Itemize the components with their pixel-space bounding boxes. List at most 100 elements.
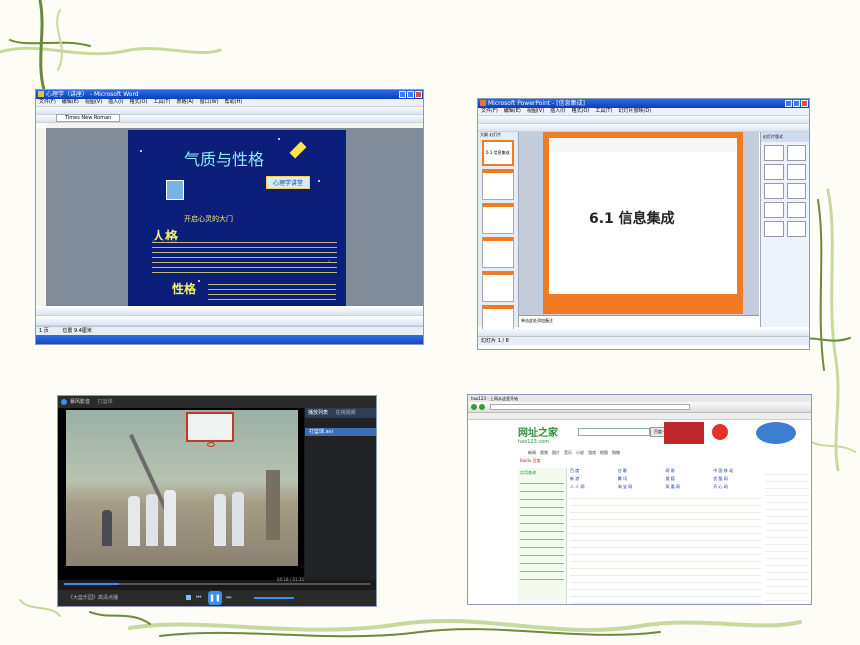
slide-thumbnail[interactable]	[482, 237, 514, 268]
video-area[interactable]	[58, 408, 304, 580]
ppt-toolbar[interactable]	[478, 116, 809, 124]
nav-shopping[interactable]: 购物	[612, 450, 620, 456]
link[interactable]: 谷 歌	[618, 468, 666, 474]
search-engine-logo[interactable]: Baidu 百度	[520, 458, 541, 464]
next-icon[interactable]: ⏭	[226, 594, 231, 602]
layout-option[interactable]	[786, 202, 806, 218]
layout-task-pane[interactable]: 幻灯片版式	[760, 132, 809, 327]
menu-edit[interactable]: 编辑(E)	[504, 108, 521, 114]
ad-banner-right[interactable]	[756, 422, 796, 444]
menu-insert[interactable]: 插入(I)	[108, 99, 123, 105]
menu-view[interactable]: 视图(V)	[527, 108, 544, 114]
link[interactable]: 淘 宝 网	[618, 484, 666, 490]
prev-icon[interactable]: ⏮	[196, 594, 201, 602]
ppt-window[interactable]: Microsoft PowerPoint - [信息集成] 文件(F) 编辑(E)…	[478, 99, 809, 349]
layout-option[interactable]	[764, 202, 784, 218]
nav-music[interactable]: 音乐	[564, 450, 572, 456]
minimize-button[interactable]	[785, 100, 792, 107]
stop-icon[interactable]	[186, 595, 191, 600]
menu-slideshow[interactable]: 幻灯片放映(D)	[618, 108, 651, 114]
ppt-format-toolbar[interactable]	[478, 124, 809, 132]
nav-news[interactable]: 新闻	[528, 450, 536, 456]
video-frame[interactable]	[66, 410, 298, 566]
tab-online-video[interactable]: 在线视频	[336, 410, 356, 416]
menu-format[interactable]: 格式(O)	[130, 99, 148, 105]
document-area[interactable]: 气质与性格 心理学讲堂 开启心灵的大门 人格 性格	[46, 128, 423, 306]
close-button[interactable]	[801, 100, 808, 107]
layout-option[interactable]	[764, 145, 784, 161]
link[interactable]: 百 度	[570, 468, 618, 474]
link[interactable]: 中 国 移 动	[713, 468, 761, 474]
playlist-panel[interactable]: 播放列表 在线视频 打篮球.avi	[305, 408, 376, 580]
nav-images[interactable]: 图片	[552, 450, 560, 456]
web-page[interactable]: 网址之家 hao123.com 百度一下 新闻 视频 图片 音乐 小说 游戏 地图 购物 Ba…	[468, 420, 811, 604]
bottom-label[interactable]: 《大篮乐园》高清点播	[68, 594, 118, 601]
tab-playlist[interactable]: 播放列表	[308, 410, 328, 416]
layout-option[interactable]	[786, 221, 806, 237]
nav-video[interactable]: 视频	[540, 450, 548, 456]
minimize-button[interactable]	[399, 91, 406, 98]
taskbar[interactable]	[36, 335, 423, 344]
layout-option[interactable]	[786, 183, 806, 199]
close-button[interactable]	[415, 91, 422, 98]
browser-toolbar[interactable]	[468, 402, 811, 413]
menu-view[interactable]: 视图(V)	[85, 99, 102, 105]
nav-games[interactable]: 游戏	[588, 450, 596, 456]
tab-outline[interactable]: 大纲	[480, 132, 488, 137]
slides-pane[interactable]: 大纲 幻灯片 6.1 信息集成	[478, 132, 519, 330]
menu-file[interactable]: 文件(F)	[39, 99, 56, 105]
slide-editor[interactable]: 6.1 信息集成 单击此处添加备注	[519, 132, 759, 327]
player-window[interactable]: 暴风影音 打篮球 播放列表 在线视频 打篮球.avi 00:18 / 01:35…	[58, 396, 376, 606]
link[interactable]: 人 人 网	[570, 484, 618, 490]
player-controls[interactable]: 《大篮乐园》高清点播 ⏮ ❚❚ ⏭	[58, 590, 376, 606]
layout-option[interactable]	[786, 164, 806, 180]
link[interactable]: 腾 讯	[618, 476, 666, 482]
menu-tools[interactable]: 工具(T)	[595, 108, 612, 114]
link[interactable]: 凤 凰 网	[666, 484, 714, 490]
menu-table[interactable]: 表格(A)	[176, 99, 193, 105]
category-table[interactable]	[570, 492, 761, 604]
search-box[interactable]	[578, 428, 650, 436]
link[interactable]: 新 浪	[570, 476, 618, 482]
layout-option[interactable]	[764, 221, 784, 237]
slide-thumbnail[interactable]: 6.1 信息集成	[482, 140, 514, 166]
link[interactable]: 搜 狐	[666, 476, 714, 482]
layout-option[interactable]	[764, 183, 784, 199]
link[interactable]: 优 酷 网	[713, 476, 761, 482]
back-icon[interactable]	[471, 404, 477, 410]
nav-maps[interactable]: 地图	[600, 450, 608, 456]
word-window[interactable]: 心理学（讲座） - Microsoft Word 文件(F) 编辑(E) 视图(V)…	[36, 90, 423, 344]
layout-option[interactable]	[786, 145, 806, 161]
links-grid[interactable]: 百 度谷 歌网 易中 国 移 动 新 浪腾 讯搜 狐优 酷 网 人 人 网淘 宝…	[570, 468, 761, 490]
playlist-item[interactable]: 打篮球.avi	[305, 428, 376, 436]
menu-insert[interactable]: 插入(I)	[550, 108, 565, 114]
link[interactable]: 开 心 网	[713, 484, 761, 490]
menu-format[interactable]: 格式(O)	[572, 108, 590, 114]
tab-slides[interactable]: 幻灯片	[489, 132, 501, 137]
address-bar[interactable]	[490, 404, 690, 410]
forward-icon[interactable]	[479, 404, 485, 410]
site-logo[interactable]: 网址之家 hao123.com	[518, 424, 558, 445]
volume-slider[interactable]	[254, 597, 294, 599]
menu-edit[interactable]: 编辑(E)	[62, 99, 79, 105]
browser-window[interactable]: hao123 - 上网从这里开始 网址之家 hao123.com 百度一下 新闻…	[468, 395, 811, 604]
layout-option[interactable]	[764, 164, 784, 180]
play-pause-button[interactable]: ❚❚	[208, 591, 222, 605]
link[interactable]: 网 易	[666, 468, 714, 474]
menu-help[interactable]: 帮助(H)	[225, 99, 243, 105]
ad-circle[interactable]	[712, 424, 728, 440]
slide-thumbnail[interactable]	[482, 271, 514, 302]
slide-thumbnail[interactable]	[482, 305, 514, 330]
menu-file[interactable]: 文件(F)	[481, 108, 498, 114]
document-page[interactable]: 气质与性格 心理学讲堂 开启心灵的大门 人格 性格	[128, 130, 346, 306]
slide-thumbnail[interactable]	[482, 169, 514, 200]
seek-bar[interactable]	[64, 583, 370, 585]
maximize-button[interactable]	[793, 100, 800, 107]
favorites-bar[interactable]	[468, 413, 811, 420]
slide-thumbnail[interactable]	[482, 203, 514, 234]
font-name-box[interactable]: Times New Roman	[56, 114, 121, 122]
current-slide[interactable]: 6.1 信息集成	[543, 132, 743, 314]
menu-tools[interactable]: 工具(T)	[153, 99, 170, 105]
ad-banner[interactable]	[664, 422, 704, 444]
formatting-toolbar[interactable]: Times New Roman	[36, 114, 423, 123]
